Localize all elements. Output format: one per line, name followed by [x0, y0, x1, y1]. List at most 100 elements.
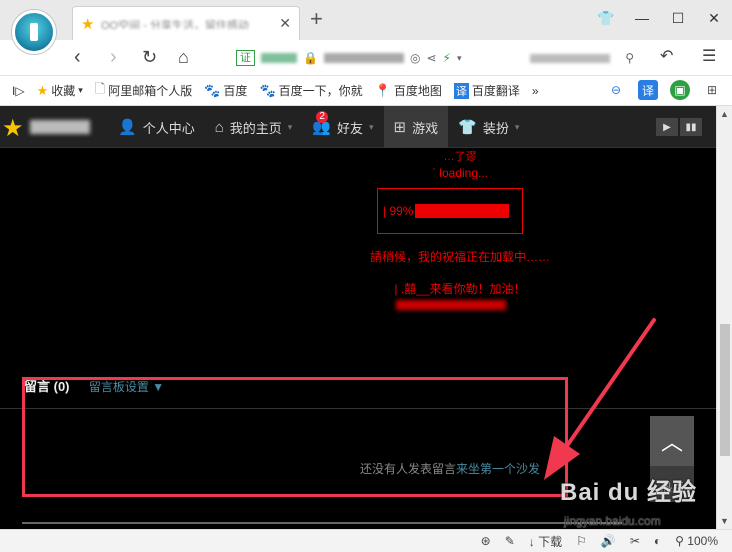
watermark-brand: Bai du 经验: [560, 479, 698, 506]
nav-friends[interactable]: 👥 2 好友 ▾: [302, 106, 383, 148]
accelerate-icon[interactable]: ⊛: [481, 534, 491, 548]
bookmarks-more-button[interactable]: »: [532, 84, 539, 98]
translate-button[interactable]: 译: [638, 80, 658, 100]
browser-logo: [12, 10, 56, 54]
chevron-down-icon: ▾: [287, 121, 293, 132]
pin-tool-icon[interactable]: ✎: [505, 534, 515, 548]
search-blurred: [530, 53, 610, 63]
back-to-top-button[interactable]: ︿: [650, 416, 694, 466]
annotation-highlight-box: [22, 377, 568, 497]
volume-icon[interactable]: 🔊: [601, 534, 616, 548]
page-bottom-divider: [22, 522, 622, 524]
bookmark-aliyun-mail[interactable]: 🗋 阿里邮箱个人版: [95, 80, 192, 102]
lightning-icon[interactable]: ⚡: [443, 51, 451, 65]
nav-personal-center[interactable]: 👤 个人中心: [108, 106, 205, 148]
annotation-arrow: [544, 318, 656, 480]
chevron-up-icon: ︿: [660, 430, 683, 455]
scroll-up-icon[interactable]: ▲: [720, 109, 729, 119]
qzone-star-icon: ★: [81, 16, 95, 33]
play-icon[interactable]: ▶: [656, 118, 678, 136]
apps-grid-icon[interactable]: ⊞: [702, 80, 722, 100]
pin-icon: 📍: [374, 82, 391, 98]
grid-icon: ⊞: [393, 119, 407, 136]
back-icon[interactable]: ‹: [74, 46, 81, 68]
loader-progress-frame: | 99%: [377, 188, 523, 234]
page-icon: 🗋: [94, 80, 106, 96]
bookmarks-bar: I▷ ★ 收藏 ▾ 🗋 阿里邮箱个人版 🐾 百度 🐾 百度一下，你就 📍 百度地…: [0, 76, 732, 106]
window-controls: 👕 — ☐ ✕: [588, 0, 732, 36]
equalizer-icon[interactable]: ▮▮: [680, 118, 702, 136]
loader-top-text: …了谬: [443, 151, 477, 163]
web-page: ★ 👤 个人中心 ⌂ 我的主页 ▾ 👥 2 好友 ▾ ⊞ 游戏 👕 装扮 ▾ ▶…: [0, 106, 716, 529]
nav-my-homepage[interactable]: ⌂ 我的主页 ▾: [205, 106, 303, 148]
minus-circle-icon[interactable]: ⊖: [606, 80, 626, 100]
qzone-star-logo-icon[interactable]: ★: [2, 114, 24, 143]
minimize-icon[interactable]: —: [624, 0, 660, 36]
browser-status-bar: ⊛ ✎ ↓ 下载 ⚐ 🔊 ✂ ◐ ⚲ 100%: [0, 529, 732, 552]
address-bar[interactable]: 证 🔒 ◎ ⋖ ⚡ ▾: [236, 46, 516, 70]
url-blurred: [323, 53, 404, 63]
friends-badge: 2: [316, 111, 328, 123]
screenshot-icon[interactable]: ✂: [630, 534, 640, 548]
bookmark-baidu-map[interactable]: 📍 百度地图: [375, 82, 442, 99]
sidebar-toggle-icon[interactable]: I▷: [12, 84, 25, 98]
qzone-nav: 👤 个人中心 ⌂ 我的主页 ▾ 👥 2 好友 ▾ ⊞ 游戏 👕 装扮 ▾: [108, 106, 529, 148]
book-icon[interactable]: ▣: [670, 80, 690, 100]
chevron-down-icon[interactable]: ▾: [457, 53, 462, 64]
bookmark-favorites[interactable]: ★ 收藏 ▾: [37, 82, 83, 99]
browser-tab-bar: ★ QQ空间 - 分享生活，留住感动 ✕ + 👕 — ☐ ✕: [0, 0, 732, 40]
close-tab-icon[interactable]: ✕: [279, 15, 291, 32]
paw-icon: 🐾: [259, 82, 276, 98]
nav-games[interactable]: ⊞ 游戏: [383, 106, 449, 148]
paw-icon: 🐾: [204, 82, 221, 98]
menu-icon[interactable]: ☰: [702, 46, 716, 68]
shirt-skin-icon[interactable]: 👕: [588, 0, 624, 36]
watermark-site: jingyan.baidu.com: [564, 514, 661, 528]
flag-icon[interactable]: ⚐: [576, 534, 587, 548]
home-icon[interactable]: ⌂: [178, 46, 189, 68]
person-icon: 👤: [118, 119, 137, 136]
loader-waiting-text: 請稍候，我的祝福正在加载中……: [369, 250, 550, 264]
chevron-down-icon: ▾: [369, 121, 374, 132]
loader-come-text: | .囍__来看你勒！加油！: [394, 282, 526, 296]
address-blurred: [261, 53, 297, 63]
bookmarks-right-tools: ⊖ 译 ▣ ⊞: [606, 80, 722, 100]
user-name-blurred[interactable]: [30, 120, 90, 134]
target-icon[interactable]: ◎: [410, 51, 420, 65]
star-icon: ★: [36, 82, 49, 98]
scrollbar-thumb[interactable]: [720, 324, 730, 456]
forward-icon[interactable]: ›: [110, 46, 117, 68]
refresh-icon[interactable]: ↻: [142, 46, 157, 68]
share-icon[interactable]: ⋖: [426, 51, 436, 65]
loader-loading-text: ` loading...: [431, 166, 489, 180]
search-input[interactable]: ⚲: [530, 48, 638, 68]
search-icon[interactable]: ⚲: [625, 51, 634, 65]
home-icon: ⌂: [214, 118, 224, 136]
bookmark-baidu-search[interactable]: 🐾 百度一下，你就: [259, 82, 362, 99]
loader-progress-bar: [415, 204, 510, 218]
browser-tab[interactable]: ★ QQ空间 - 分享生活，留住感动 ✕: [72, 6, 300, 40]
new-tab-button[interactable]: +: [310, 8, 323, 30]
undo-icon[interactable]: ↶: [660, 46, 673, 68]
lock-icon: 🔒: [303, 51, 318, 65]
close-window-icon[interactable]: ✕: [696, 0, 732, 36]
baidu-jingyan-watermark: Bai du 经验 jingyan.baidu.com: [560, 472, 730, 532]
maximize-icon[interactable]: ☐: [660, 0, 696, 36]
zoom-level[interactable]: ⚲ 100%: [675, 534, 718, 548]
nav-decorate[interactable]: 👕 装扮 ▾: [448, 106, 529, 148]
download-button[interactable]: ↓ 下载: [529, 533, 562, 550]
shirt-icon: 👕: [458, 119, 477, 136]
browser-nav-bar: ‹ › ↻ ⌂ 证 🔒 ◎ ⋖ ⚡ ▾ ⚲ ↶ ☰: [0, 40, 732, 76]
chevron-down-icon: ▾: [78, 85, 83, 95]
blessing-loader: …了谬 ` loading... | 99% 請稍候，我的祝福正在加载中…… |…: [300, 148, 620, 328]
chevron-down-icon: ▾: [514, 121, 520, 132]
bookmark-baidu[interactable]: 🐾 百度: [204, 82, 247, 99]
bookmark-baidu-translate[interactable]: 译 百度翻译: [453, 82, 520, 99]
translate-icon: 译: [453, 82, 469, 99]
loader-percent-label: | 99%: [383, 204, 414, 218]
loader-blurred-text: [396, 300, 506, 310]
certificate-icon[interactable]: 证: [236, 50, 255, 66]
qzone-top-bar: ★ 👤 个人中心 ⌂ 我的主页 ▾ 👥 2 好友 ▾ ⊞ 游戏 👕 装扮 ▾ ▶…: [0, 106, 716, 148]
reader-icon[interactable]: ◐: [654, 534, 661, 548]
page-scrollbar[interactable]: ▲ ▼: [716, 106, 732, 529]
